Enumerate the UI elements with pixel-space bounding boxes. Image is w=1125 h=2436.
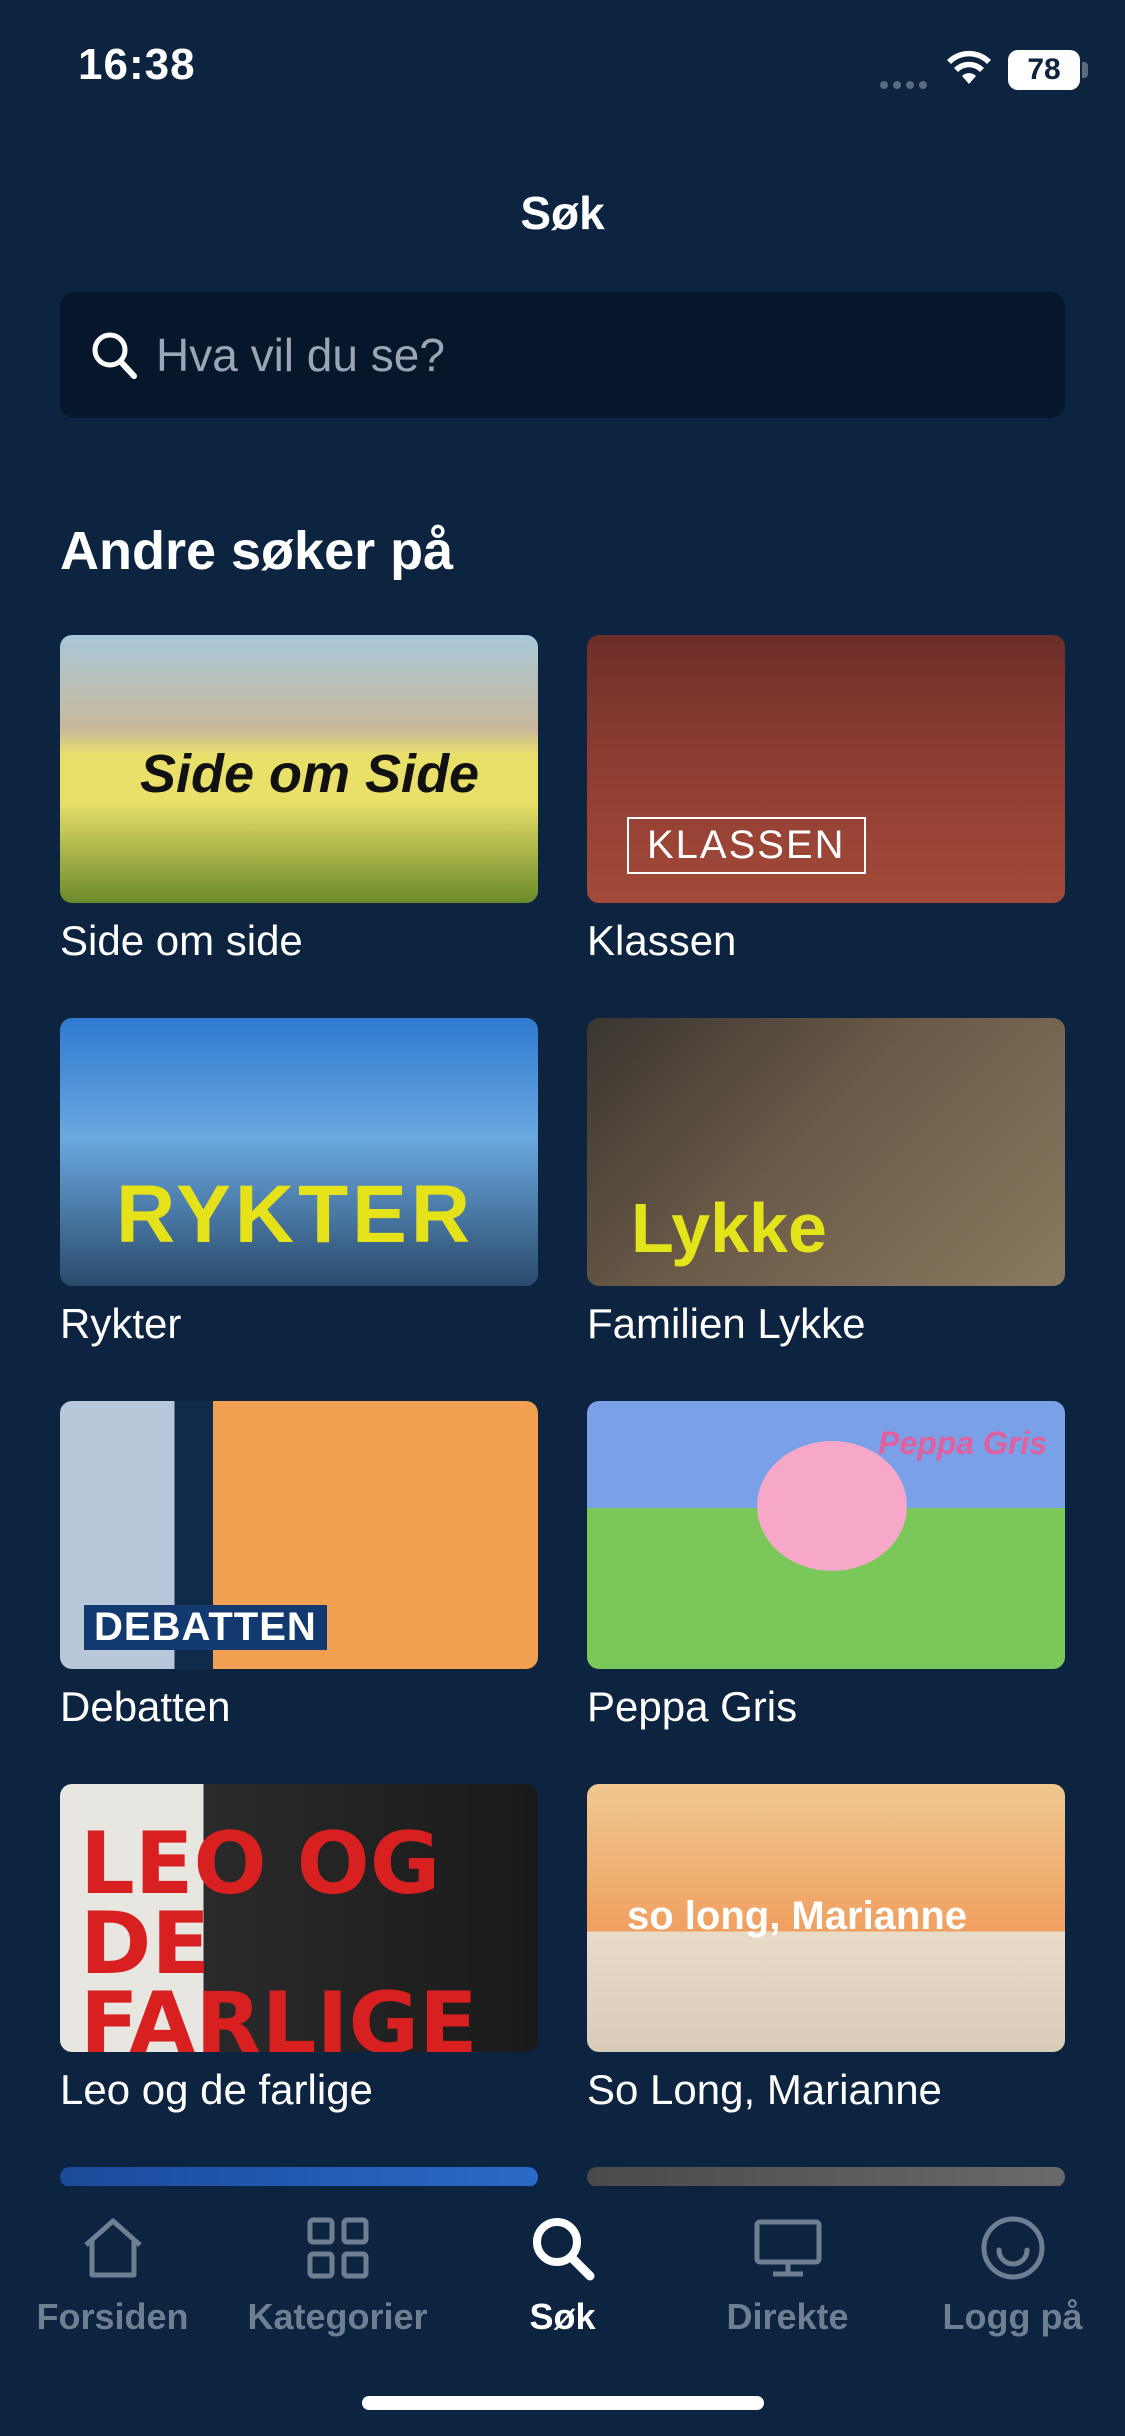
- grid-icon: [307, 2217, 368, 2279]
- thumbnail-title-art: Peppa Gris: [878, 1425, 1047, 1461]
- tab-label: Kategorier: [247, 2296, 428, 2337]
- thumbnail-title-art: DEBATTEN: [84, 1605, 327, 1650]
- tab-label: Forsiden: [36, 2296, 189, 2337]
- tab-direkte[interactable]: Direkte: [675, 2206, 900, 2338]
- tab-forsiden[interactable]: Forsiden: [0, 2206, 225, 2338]
- battery-icon: 78: [1008, 50, 1080, 90]
- show-thumbnail: RYKTER: [60, 1018, 538, 1286]
- thumbnail-title-box: KLASSEN: [627, 817, 866, 874]
- show-card-partial[interactable]: [60, 2167, 538, 2187]
- section-title: Andre søker på: [60, 521, 454, 581]
- thumbnail-title-art: Lykke: [631, 1189, 827, 1267]
- show-title: Klassen: [587, 917, 737, 964]
- page-title: Søk: [520, 187, 605, 239]
- tab-label: Logg på: [942, 2296, 1083, 2337]
- tab-logg-pa[interactable]: Logg på: [900, 2206, 1125, 2338]
- tab-sok[interactable]: Søk: [450, 2206, 675, 2338]
- show-card-so-long-marianne[interactable]: so long, Marianne So Long, Marianne: [587, 1784, 1065, 2114]
- show-card-familien-lykke[interactable]: Lykke Familien Lykke: [587, 1018, 1065, 1348]
- status-bar: 16:38 78: [0, 0, 1125, 140]
- show-thumbnail: [587, 2167, 1065, 2187]
- show-thumbnail: LEO OG DE FARLIGE: [60, 1784, 538, 2052]
- tv-icon: [754, 2219, 821, 2277]
- tab-kategorier[interactable]: Kategorier: [225, 2206, 450, 2338]
- search-box[interactable]: [60, 292, 1065, 418]
- show-card-debatten[interactable]: DEBATTEN Debatten: [60, 1401, 538, 1731]
- show-thumbnail: Lykke: [587, 1018, 1065, 1286]
- cellular-signal-icon: [880, 76, 932, 94]
- tab-label: Direkte: [726, 2296, 849, 2337]
- show-card-side-om-side[interactable]: Side om Side Side om side: [60, 635, 538, 965]
- show-title: Rykter: [60, 1300, 182, 1347]
- show-card-partial[interactable]: [587, 2167, 1065, 2187]
- status-time: 16:38: [78, 40, 196, 89]
- search-icon: [532, 2218, 594, 2281]
- home-indicator[interactable]: [362, 2396, 764, 2410]
- tab-label: Søk: [529, 2296, 596, 2337]
- show-card-rykter[interactable]: RYKTER Rykter: [60, 1018, 538, 1348]
- thumbnail-title-art: Side om Side: [140, 744, 480, 804]
- show-title: Familien Lykke: [587, 1300, 866, 1347]
- thumbnail-title-art: KLASSEN: [647, 823, 846, 867]
- show-thumbnail: KLASSEN: [587, 635, 1065, 903]
- thumbnail-title-art: so long, Marianne: [627, 1894, 968, 1938]
- search-input[interactable]: [156, 292, 1036, 418]
- show-thumbnail: [60, 2167, 538, 2187]
- show-thumbnail: so long, Marianne: [587, 1784, 1065, 2052]
- show-card-peppa-gris[interactable]: Peppa Gris Peppa Gris: [587, 1401, 1065, 1731]
- home-icon: [83, 2218, 142, 2278]
- show-thumbnail: Peppa Gris: [587, 1401, 1065, 1669]
- thumbnail-title-art: LEO OG DE FARLIGE: [80, 1814, 478, 2052]
- show-title: Peppa Gris: [587, 1683, 798, 1730]
- show-card-leo-og-de-farlige[interactable]: LEO OG DE FARLIGE Leo og de farlige: [60, 1784, 538, 2114]
- profile-icon: [981, 2216, 1044, 2280]
- show-title: So Long, Marianne: [587, 2066, 942, 2113]
- battery-nub: [1082, 62, 1088, 78]
- wifi-icon: [947, 50, 991, 84]
- search-icon: [92, 332, 137, 379]
- show-thumbnail: Side om Side: [60, 635, 538, 903]
- show-title: Leo og de farlige: [60, 2066, 373, 2113]
- show-card-klassen[interactable]: KLASSEN Klassen: [587, 635, 1065, 965]
- show-title: Debatten: [60, 1683, 231, 1730]
- show-thumbnail: DEBATTEN: [60, 1401, 538, 1669]
- thumbnail-title-art: RYKTER: [116, 1169, 475, 1260]
- show-title: Side om side: [60, 917, 303, 964]
